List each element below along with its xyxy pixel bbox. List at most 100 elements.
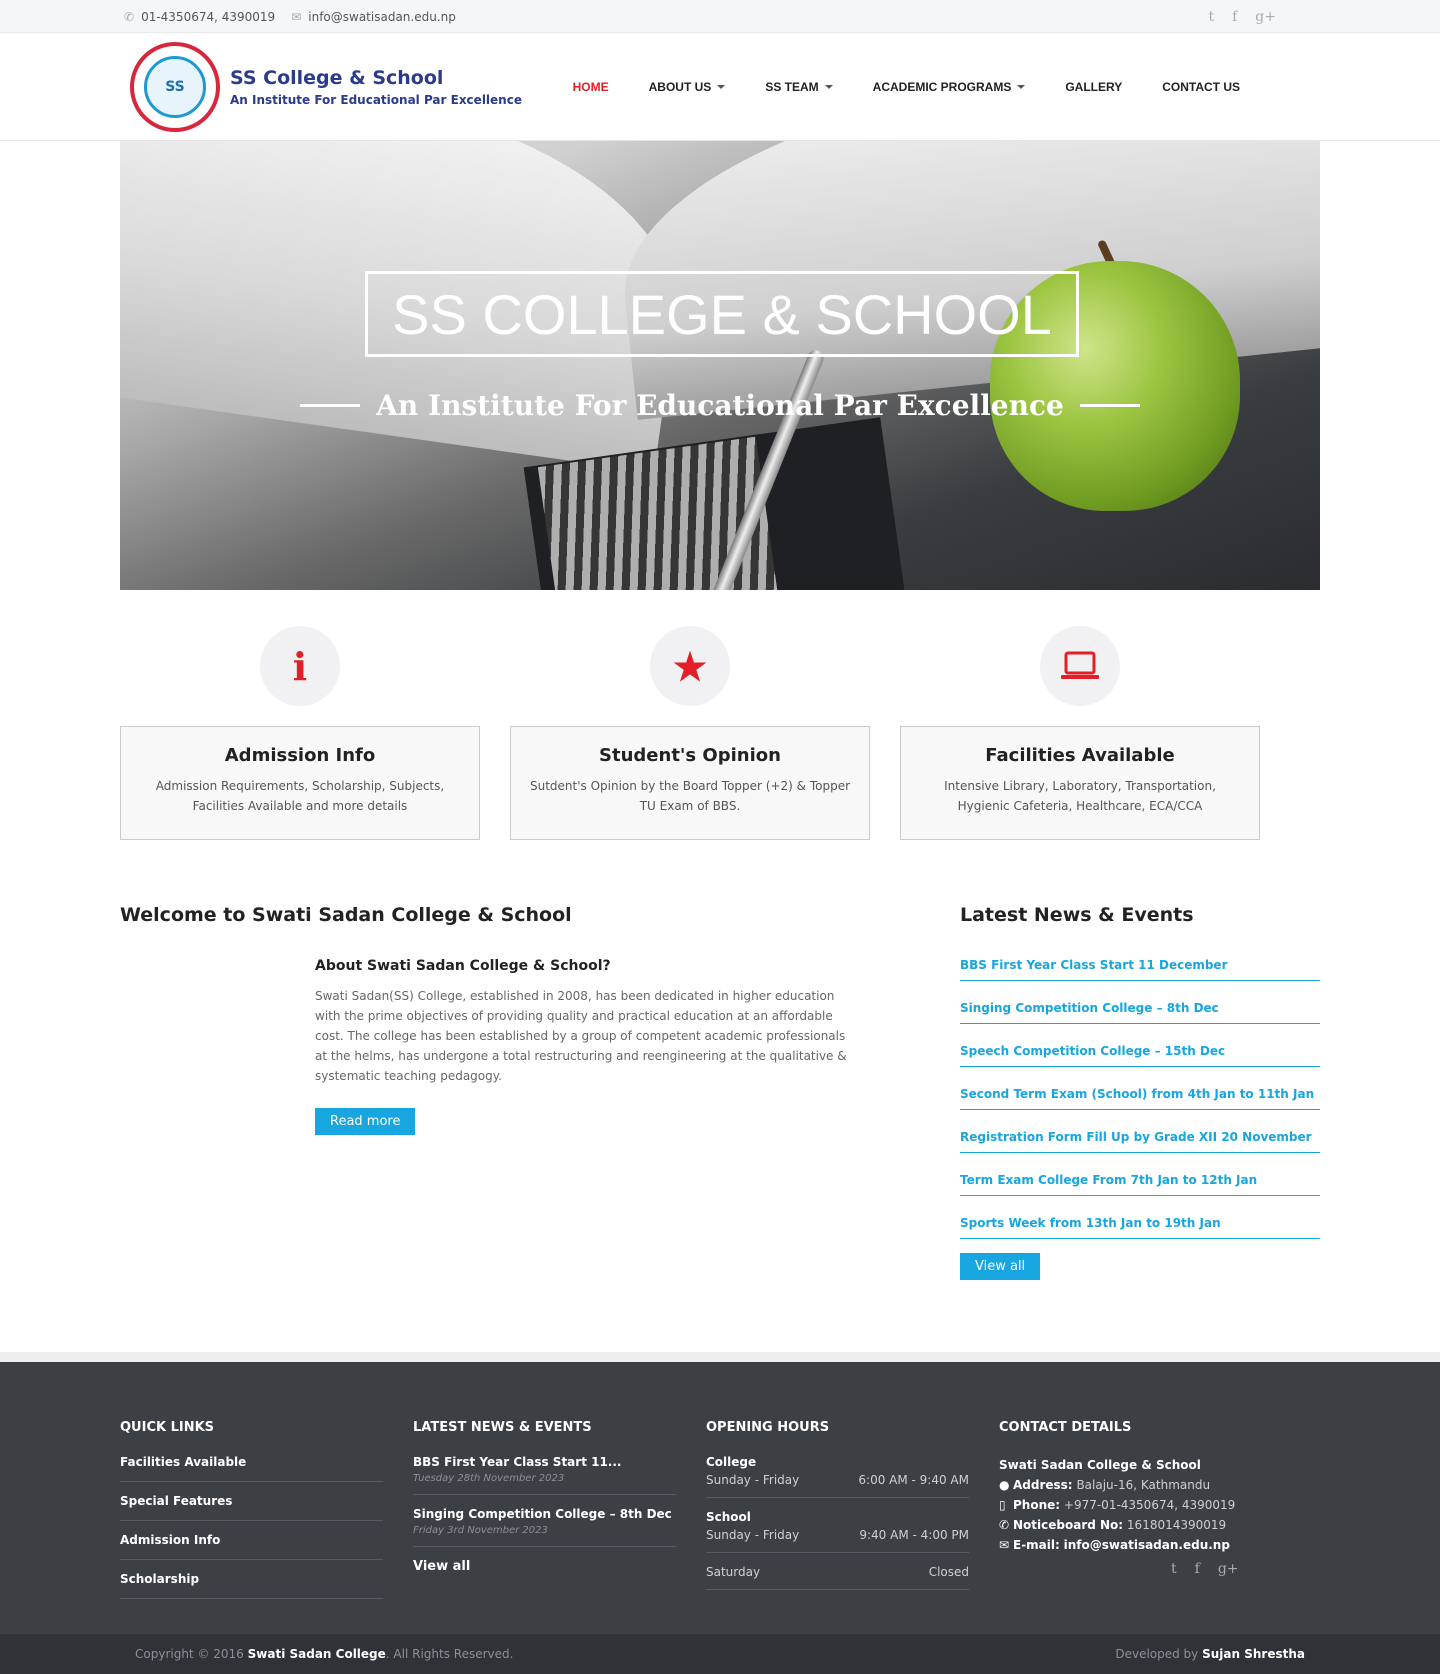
news-item[interactable]: BBS First Year Class Start 11 December	[960, 952, 1320, 981]
info-icon: i	[260, 626, 340, 706]
footer-quick-links: QUICK LINKS Facilities Available Special…	[120, 1420, 383, 1611]
news-item[interactable]: Sports Week from 13th Jan to 19th Jan	[960, 1210, 1320, 1239]
brand[interactable]: SS SS College & School An Institute For …	[120, 42, 522, 132]
feature-text: Intensive Library, Laboratory, Transport…	[944, 779, 1216, 813]
feature-box[interactable]: Student's Opinion Sutdent's Opinion by t…	[510, 726, 870, 840]
topbar-email-text[interactable]: info@swatisadan.edu.np	[308, 10, 456, 24]
footer-news-item-date: Tuesday 28th November 2023	[413, 1473, 565, 1484]
hours-school: School Sunday - Friday 9:40 AM - 4:00 PM	[706, 1510, 969, 1553]
google-plus-icon[interactable]: g+	[1255, 9, 1276, 25]
google-plus-icon[interactable]: g+	[1218, 1561, 1239, 1577]
contact-address-value: Balaju-16, Kathmandu	[1076, 1478, 1211, 1492]
topbar-phone: ✆ 01-4350674, 4390019	[124, 10, 275, 24]
nav-home[interactable]: HOME	[573, 80, 609, 94]
caret-down-icon	[717, 85, 726, 89]
feature-row: i Admission Info Admission Requirements,…	[120, 626, 1320, 840]
twitter-icon[interactable]: t	[1171, 1561, 1177, 1577]
hero-title-box: SS COLLEGE & SCHOOL	[365, 271, 1079, 357]
feature-title[interactable]: Admission Info	[137, 745, 463, 766]
site-header: SS SS College & School An Institute For …	[0, 33, 1440, 145]
developer-name[interactable]: Sujan Shrestha	[1202, 1647, 1305, 1661]
hero-slider: SS COLLEGE & SCHOOL An Institute For Edu…	[120, 141, 1320, 590]
envelope-icon: ✉	[291, 9, 302, 24]
footer-news-item-date: Friday 3rd November 2023	[413, 1525, 548, 1536]
twitter-icon[interactable]: t	[1208, 9, 1214, 25]
footer-news-item[interactable]: Singing Competition College – 8th Dec Fr…	[413, 1507, 676, 1547]
nav-gallery[interactable]: GALLERY	[1065, 80, 1122, 94]
feature-admission[interactable]: i Admission Info Admission Requirements,…	[120, 626, 480, 840]
opening-hours-title: OPENING HOURS	[706, 1420, 830, 1435]
copyright-prefix: Copyright © 2016	[135, 1647, 244, 1661]
top-bar: ✆ 01-4350674, 4390019 ✉ info@swatisadan.…	[0, 0, 1440, 33]
facebook-icon[interactable]: f	[1195, 1561, 1200, 1577]
hours-saturday: Saturday Closed	[706, 1565, 969, 1590]
quick-link[interactable]: Special Features	[120, 1494, 383, 1521]
footer-news: LATEST NEWS & EVENTS BBS First Year Clas…	[413, 1420, 676, 1611]
nav-ss-team[interactable]: SS TEAM	[765, 80, 833, 94]
news-item[interactable]: Term Exam College From 7th Jan to 12th J…	[960, 1167, 1320, 1196]
nav-about-us-label: ABOUT US	[648, 80, 712, 94]
copyright-suffix: . All Rights Reserved.	[385, 1647, 514, 1661]
footer-view-all-link[interactable]: View all	[413, 1559, 676, 1574]
view-all-news-button[interactable]: View all	[960, 1253, 1041, 1280]
feature-text: Admission Requirements, Scholarship, Sub…	[155, 779, 445, 813]
hero-title: SS COLLEGE & SCHOOL	[392, 282, 1052, 346]
footer-separator	[0, 1352, 1440, 1362]
feature-facilities[interactable]: Facilities Available Intensive Library, …	[900, 626, 1260, 840]
news-item[interactable]: Registration Form Fill Up by Grade XII 2…	[960, 1124, 1320, 1153]
contact-phone: ▯ Phone: +977-01-4350674, 4390019	[999, 1495, 1262, 1515]
contact-email: ✉ E-mail: info@swatisadan.edu.np	[999, 1535, 1262, 1555]
contact-phone-value: +977-01-4350674, 4390019	[1063, 1498, 1236, 1512]
hours-time: 9:40 AM - 4:00 PM	[859, 1528, 969, 1542]
caret-down-icon	[1017, 85, 1026, 89]
nav-contact-us[interactable]: CONTACT US	[1162, 80, 1240, 94]
news-title: Latest News & Events	[960, 904, 1194, 926]
nav-academic-programs-label: ACADEMIC PROGRAMS	[872, 80, 1012, 94]
news-item[interactable]: Second Term Exam (School) from 4th Jan t…	[960, 1081, 1320, 1110]
nav-contact-us-label: CONTACT US	[1162, 80, 1240, 94]
phone-icon: ✆	[124, 9, 135, 24]
facebook-icon[interactable]: f	[1232, 9, 1237, 25]
news-item[interactable]: Singing Competition College – 8th Dec	[960, 995, 1320, 1024]
hours-time: 6:00 AM - 9:40 AM	[858, 1473, 969, 1487]
topbar-phone-text: 01-4350674, 4390019	[141, 9, 276, 24]
nav-about-us[interactable]: ABOUT US	[649, 80, 726, 94]
site-tagline: An Institute For Educational Par Excelle…	[230, 93, 522, 107]
hours-time: Closed	[928, 1565, 969, 1579]
footer-news-item-title[interactable]: BBS First Year Class Start 11...	[413, 1455, 676, 1469]
news-item[interactable]: Speech Competition College – 15th Dec	[960, 1038, 1320, 1067]
feature-box[interactable]: Admission Info Admission Requirements, S…	[120, 726, 480, 840]
hero-divider-right	[1080, 404, 1140, 407]
nav-home-label: HOME	[572, 80, 609, 94]
quick-link[interactable]: Facilities Available	[120, 1455, 383, 1482]
footer-news-item-title[interactable]: Singing Competition College – 8th Dec	[413, 1507, 676, 1521]
contact-email-label: E-mail:	[1013, 1538, 1060, 1552]
news-section: Latest News & Events BBS First Year Clas…	[960, 904, 1320, 1280]
topbar-email[interactable]: ✉ info@swatisadan.edu.np	[291, 10, 456, 24]
hours-days: Saturday	[706, 1565, 761, 1579]
site-name[interactable]: SS College & School	[230, 67, 522, 89]
nav-academic-programs[interactable]: ACADEMIC PROGRAMS	[873, 80, 1026, 94]
footer-news-item[interactable]: BBS First Year Class Start 11... Tuesday…	[413, 1455, 676, 1495]
contact-noticeboard-label: Noticeboard No:	[1013, 1518, 1124, 1532]
contact-noticeboard: ✆ Noticeboard No: 1618014390019	[999, 1515, 1262, 1535]
mobile-icon: ▯	[999, 1498, 1006, 1512]
feature-student-opinion[interactable]: ★ Student's Opinion Sutdent's Opinion by…	[510, 626, 870, 840]
main-content: Welcome to Swati Sadan College & School …	[120, 904, 1320, 1280]
feature-box[interactable]: Facilities Available Intensive Library, …	[900, 726, 1260, 840]
copyright-college[interactable]: Swati Sadan College	[248, 1647, 386, 1661]
read-more-button[interactable]: Read more	[315, 1108, 416, 1135]
hours-college: College Sunday - Friday 6:00 AM - 9:40 AM	[706, 1455, 969, 1498]
quick-link[interactable]: Scholarship	[120, 1572, 383, 1599]
quick-link[interactable]: Admission Info	[120, 1533, 383, 1560]
about-heading: About Swati Sadan College & School?	[315, 958, 611, 974]
bottom-bar: Copyright © 2016 Swati Sadan College. Al…	[0, 1634, 1440, 1674]
main-nav: HOME ABOUT US SS TEAM ACADEMIC PROGRAMS …	[573, 80, 1240, 94]
feature-title[interactable]: Student's Opinion	[527, 745, 853, 766]
feature-title[interactable]: Facilities Available	[917, 745, 1243, 766]
hours-college-label: College	[706, 1455, 757, 1469]
college-logo[interactable]: SS	[130, 42, 220, 132]
contact-email-value[interactable]: info@swatisadan.edu.np	[1064, 1538, 1230, 1552]
developer-credit: Developed by Sujan Shrestha	[1115, 1647, 1305, 1661]
laptop-icon	[1040, 626, 1120, 706]
